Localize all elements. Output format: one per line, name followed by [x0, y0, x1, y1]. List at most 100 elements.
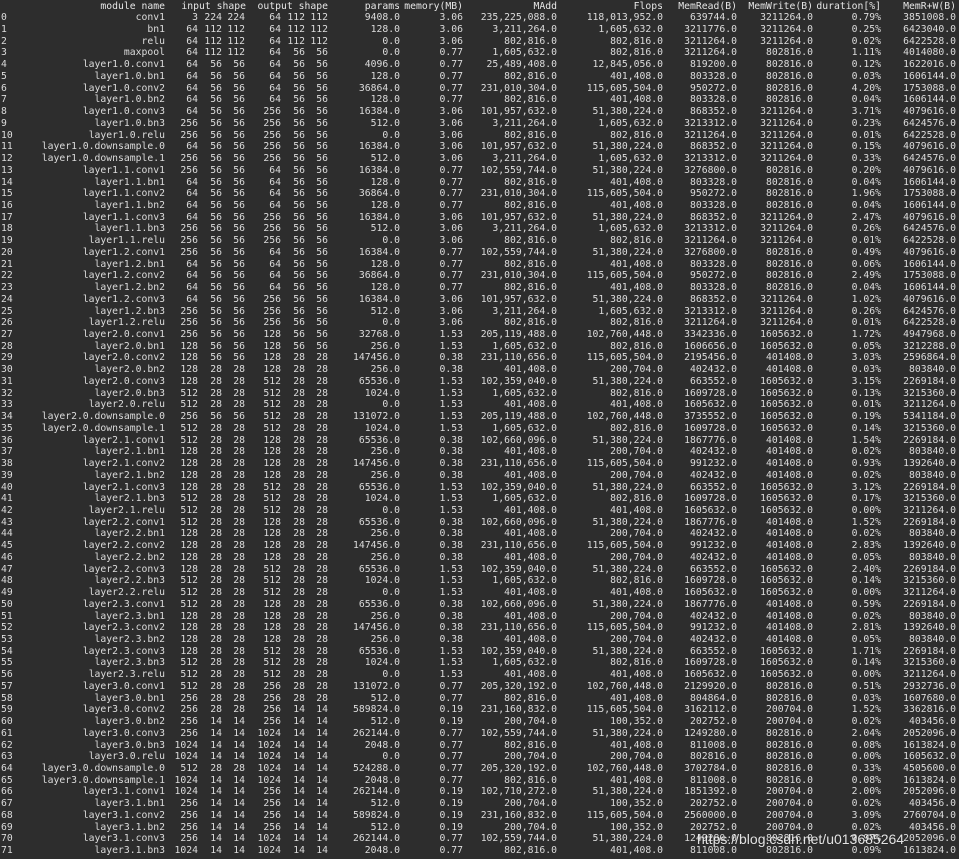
cell-flops: 401,408.0	[610, 399, 663, 411]
cell-module-name: layer2.0.bn1	[94, 340, 165, 352]
cell-memwrite: 1605632.0	[760, 411, 813, 423]
cell-input-height: 56	[210, 94, 222, 106]
cell-memread: 2195456.0	[684, 352, 737, 364]
cell-output-channels: 128	[263, 364, 281, 376]
table-row: 39 layer2.1.bn2 128 28 28 128 28 28 256.0 0.38 401…	[0, 470, 959, 482]
cell-memory-mb: 0.19	[439, 704, 463, 716]
cell-module-name: layer2.2.bn3	[94, 575, 165, 587]
cell-duration: 1.11%	[851, 47, 881, 59]
cell-output-width: 14	[316, 739, 328, 751]
cell-duration: 0.33%	[851, 153, 881, 165]
cell-memory-mb: 1.53	[439, 493, 463, 505]
cell-memwrite: 802816.0	[766, 164, 813, 176]
cell-module-name: layer1.2.bn3	[94, 305, 165, 317]
table-row: 62 layer3.0.bn3 1024 14 14 1024 14 14 2048.0 0.77…	[0, 740, 959, 752]
cell-params: 65536.0	[358, 598, 400, 610]
cell-output-width: 28	[316, 633, 328, 645]
cell-duration: 2.81%	[851, 622, 881, 634]
cell-output-height: 28	[293, 540, 305, 552]
cell-flops: 51,380,224.0	[592, 106, 663, 118]
cell-madd: 1,605,632.0	[492, 657, 557, 669]
cell-input-channels: 256	[180, 798, 198, 810]
cell-input-height: 56	[210, 317, 222, 329]
cell-madd: 102,359,040.0	[480, 375, 557, 387]
cell-input-height: 112	[204, 24, 222, 36]
cell-module-name: layer1.1.conv1	[82, 164, 165, 176]
cell-input-height: 56	[210, 223, 222, 235]
cell-madd: 235,225,088.0	[480, 12, 557, 24]
cell-memread: 868352.0	[690, 211, 737, 223]
cell-params: 512.0	[370, 153, 400, 165]
cell-output-channels: 64	[269, 164, 281, 176]
cell-output-channels: 64	[269, 94, 281, 106]
cell-memrw: 403456.0	[909, 821, 956, 833]
cell-input-channels: 256	[180, 833, 198, 845]
cell-memwrite: 1605632.0	[760, 669, 813, 681]
cell-index: 13	[1, 164, 13, 176]
cell-index: 60	[1, 716, 13, 728]
table-row: 58 layer3.0.bn1 256 28 28 256 28 28 512.0 0.77 802…	[0, 693, 959, 705]
cell-output-channels: 256	[263, 211, 281, 223]
cell-input-height: 56	[210, 164, 222, 176]
cell-params: 0.0	[382, 669, 400, 681]
column-header-flops: Flops	[633, 0, 663, 12]
cell-madd: 205,320,192.0	[480, 763, 557, 775]
table-row: 57 layer3.0.conv1 512 28 28 256 28 28 131072.0 0.…	[0, 681, 959, 693]
cell-params: 256.0	[370, 528, 400, 540]
cell-output-channels: 256	[263, 106, 281, 118]
cell-input-channels: 512	[180, 657, 198, 669]
cell-output-channels: 64	[269, 59, 281, 71]
cell-duration: 0.02%	[851, 716, 881, 728]
cell-output-height: 56	[293, 199, 305, 211]
cell-output-height: 28	[293, 551, 305, 563]
cell-memwrite: 3211264.0	[760, 153, 813, 165]
cell-flops: 51,380,224.0	[592, 481, 663, 493]
cell-input-height: 112	[204, 47, 222, 59]
cell-madd: 102,559,744.0	[480, 833, 557, 845]
cell-output-channels: 256	[263, 809, 281, 821]
cell-params: 128.0	[370, 94, 400, 106]
cell-flops: 401,408.0	[610, 504, 663, 516]
cell-memrw: 3215360.0	[903, 387, 956, 399]
cell-output-width: 28	[316, 481, 328, 493]
cell-index: 5	[1, 70, 7, 82]
cell-madd: 3,211,264.0	[492, 305, 557, 317]
cell-madd: 101,957,632.0	[480, 106, 557, 118]
cell-memwrite: 3211264.0	[760, 12, 813, 24]
cell-output-width: 28	[316, 411, 328, 423]
cell-memread: 803328.0	[690, 176, 737, 188]
cell-input-width: 28	[233, 458, 245, 470]
cell-output-height: 28	[293, 352, 305, 364]
cell-memread: 1609728.0	[684, 422, 737, 434]
cell-memory-mb: 0.77	[439, 739, 463, 751]
cell-module-name: layer1.0.conv2	[82, 82, 165, 94]
cell-module-name: layer2.0.bn3	[94, 387, 165, 399]
cell-flops: 118,013,952.0	[586, 12, 663, 24]
cell-input-width: 14	[233, 751, 245, 763]
cell-module-name: layer1.0.bn2	[94, 94, 165, 106]
cell-memory-mb: 0.77	[439, 763, 463, 775]
cell-module-name: layer2.1.conv1	[82, 434, 165, 446]
cell-madd: 802,816.0	[504, 199, 557, 211]
cell-duration: 0.12%	[851, 59, 881, 71]
cell-output-width: 28	[316, 645, 328, 657]
cell-memread: 402432.0	[690, 528, 737, 540]
table-row: 22 layer1.2.conv2 64 56 56 64 56 56 36864.0 0.77 2…	[0, 270, 959, 282]
cell-params: 589824.0	[353, 704, 400, 716]
cell-output-width: 28	[316, 622, 328, 634]
cell-madd: 231,110,656.0	[480, 458, 557, 470]
cell-input-channels: 256	[180, 129, 198, 141]
cell-input-channels: 128	[180, 375, 198, 387]
table-row: 16 layer1.1.bn2 64 56 56 64 56 56 128.0 0.77 802,8…	[0, 200, 959, 212]
cell-memread: 811008.0	[690, 739, 737, 751]
cell-memrw: 3851008.0	[903, 12, 956, 24]
cell-input-width: 28	[233, 504, 245, 516]
cell-input-height: 28	[210, 387, 222, 399]
cell-duration: 0.01%	[851, 317, 881, 329]
cell-memory-mb: 0.77	[439, 164, 463, 176]
cell-memrw: 6423040.0	[903, 24, 956, 36]
cell-params: 36864.0	[358, 270, 400, 282]
cell-input-width: 224	[227, 12, 245, 24]
table-row: 10 layer1.0.relu 256 56 56 256 56 56 0.0 3.06 802,…	[0, 130, 959, 142]
cell-memrw: 3211264.0	[903, 399, 956, 411]
